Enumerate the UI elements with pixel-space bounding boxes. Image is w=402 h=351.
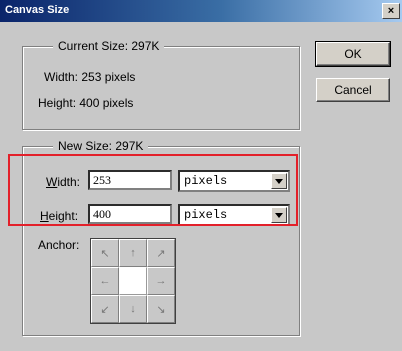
anchor-top-right[interactable]: ↗ [147, 239, 175, 267]
arrow-down-right-icon: ↘ [156, 303, 166, 316]
anchor-center[interactable] [119, 267, 147, 295]
current-height-text: Height: 400 pixels [38, 96, 134, 110]
close-icon: × [387, 5, 395, 17]
anchor-right[interactable]: → [147, 267, 175, 295]
current-width-text: Width: 253 pixels [44, 70, 136, 84]
cancel-button[interactable]: Cancel [316, 78, 390, 102]
anchor-label: Anchor: [38, 238, 80, 252]
arrow-up-icon: ↑ [130, 247, 136, 259]
current-size-legend: Current Size: 297K [53, 39, 165, 53]
new-size-legend: New Size: 297K [53, 139, 149, 153]
current-size-group: Current Size: 297K [22, 39, 300, 130]
title-bar[interactable]: Canvas Size × [0, 0, 402, 22]
anchor-bottom[interactable]: ↓ [119, 295, 147, 323]
arrow-up-left-icon: ↖ [100, 247, 110, 260]
anchor-bottom-right[interactable]: ↘ [147, 295, 175, 323]
dialog-title: Canvas Size [5, 4, 70, 16]
anchor-top-left[interactable]: ↖ [91, 239, 119, 267]
canvas-size-dialog: Canvas Size × Current Size: 297K Width: … [0, 0, 402, 351]
arrow-right-icon: → [155, 275, 167, 287]
arrow-down-icon: ↓ [130, 303, 136, 315]
arrow-down-left-icon: ↙ [100, 303, 110, 316]
anchor-bottom-left[interactable]: ↙ [91, 295, 119, 323]
anchor-top[interactable]: ↑ [119, 239, 147, 267]
arrow-up-right-icon: ↗ [156, 247, 166, 260]
red-highlight-box [8, 154, 298, 226]
anchor-grid: ↖ ↑ ↗ ← → ↙ ↓ ↘ [90, 238, 176, 324]
ok-button[interactable]: OK [315, 41, 391, 67]
arrow-left-icon: ← [99, 275, 111, 287]
close-button[interactable]: × [382, 3, 400, 19]
anchor-left[interactable]: ← [91, 267, 119, 295]
